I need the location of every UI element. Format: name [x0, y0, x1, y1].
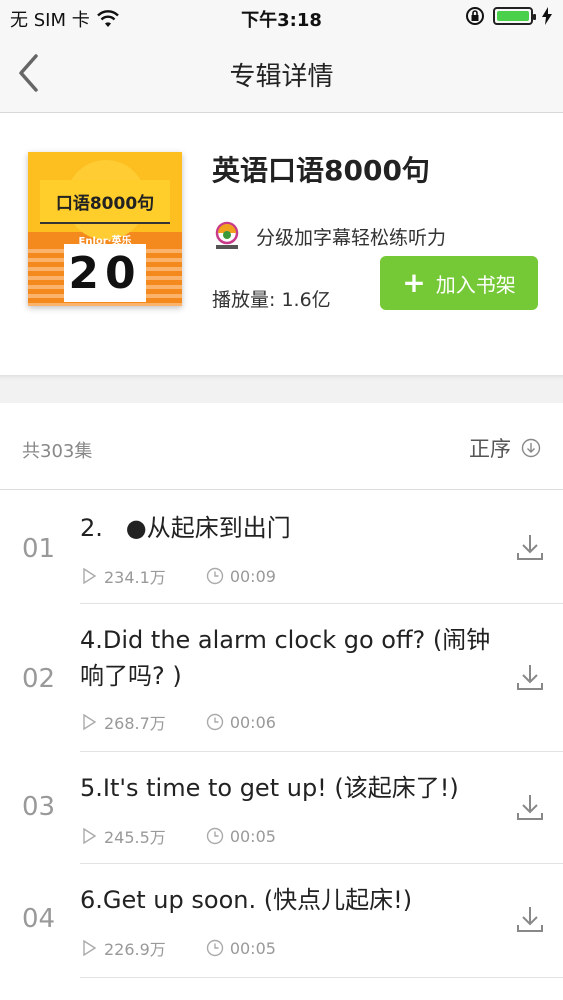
- track-row[interactable]: 03 5.It's time to get up! (该起床了!) 245.5万…: [0, 752, 563, 864]
- album-name: 英语口语8000句: [212, 154, 430, 187]
- play-icon: [83, 939, 97, 957]
- track-duration: 00:09: [229, 566, 276, 586]
- track-meta: 268.7万 00:06: [80, 710, 276, 734]
- track-plays: 234.1万: [104, 568, 166, 587]
- track-row[interactable]: 02 4.Did the alarm clock go off? (闹钟响了吗?…: [0, 604, 563, 752]
- cover-number: 20: [64, 244, 146, 302]
- clock-icon: [206, 567, 224, 585]
- track-meta: 234.1万 00:09: [80, 564, 276, 588]
- page-title: 专辑详情: [229, 62, 334, 92]
- status-bar: 无 SIM 卡 下午3:18: [0, 0, 563, 36]
- album-plays: 播放量: 1.6亿: [212, 289, 331, 311]
- track-meta: 245.5万 00:05: [80, 824, 276, 848]
- track-duration: 00:05: [229, 938, 276, 958]
- battery-icon: [493, 7, 536, 25]
- download-icon[interactable]: [515, 662, 545, 692]
- play-icon: [83, 713, 97, 731]
- status-right: [465, 6, 553, 26]
- play-icon: [83, 567, 97, 585]
- track-number: 04: [22, 904, 56, 934]
- clock-icon: [206, 827, 224, 845]
- add-to-shelf-button[interactable]: + 加入书架: [380, 256, 538, 310]
- download-icon[interactable]: [515, 792, 545, 822]
- section-divider: [0, 375, 563, 403]
- track-row[interactable]: 01 2. ●从起床到出门 234.1万 00:09: [0, 490, 563, 604]
- episode-count: 共303集: [22, 441, 93, 462]
- track-meta: 226.9万 00:05: [80, 936, 276, 960]
- charging-icon: [542, 7, 552, 25]
- download-icon[interactable]: [515, 904, 545, 934]
- rotation-lock-icon: [466, 7, 484, 25]
- track-number: 01: [22, 534, 56, 564]
- play-icon: [83, 827, 97, 845]
- track-title: 6.Get up soon. (快点儿起床!): [80, 886, 413, 914]
- track-plays: 226.9万: [104, 940, 166, 959]
- track-title: 4.Did the alarm clock go off? (闹钟响了吗? ): [80, 626, 491, 690]
- cover-title: 口语8000句: [40, 180, 170, 224]
- nav-bar: 专辑详情: [0, 36, 563, 113]
- track-number: 02: [22, 664, 56, 694]
- sort-toggle[interactable]: 正序: [469, 433, 541, 463]
- album-header: 口语8000句 Enlor·英乐 20 英语口语8000句 分级加字幕轻松练听力…: [0, 113, 563, 375]
- track-title: 2. ●从起床到出门: [80, 514, 291, 542]
- track-duration: 00:05: [229, 826, 276, 846]
- sort-down-icon: [521, 438, 541, 458]
- clock-icon: [206, 939, 224, 957]
- add-to-shelf-label: 加入书架: [435, 272, 516, 297]
- author-row: 分级加字幕轻松练听力: [212, 221, 446, 251]
- album-description: 分级加字幕轻松练听力: [256, 226, 447, 249]
- track-plays: 268.7万: [104, 714, 166, 733]
- track-plays: 245.5万: [104, 828, 166, 847]
- track-duration: 00:06: [229, 712, 276, 732]
- sort-label: 正序: [469, 437, 511, 461]
- album-cover[interactable]: 口语8000句 Enlor·英乐 20: [28, 152, 182, 306]
- download-icon[interactable]: [515, 532, 545, 562]
- track-number: 03: [22, 792, 56, 822]
- track-row[interactable]: 04 6.Get up soon. (快点儿起床!) 226.9万 00:05: [0, 864, 563, 978]
- plus-icon: +: [402, 266, 426, 299]
- clock-icon: [206, 713, 224, 731]
- list-header: 共303集 正序: [0, 403, 563, 490]
- publisher-logo[interactable]: [212, 221, 242, 251]
- track-title: 5.It's time to get up! (该起床了!): [80, 774, 459, 802]
